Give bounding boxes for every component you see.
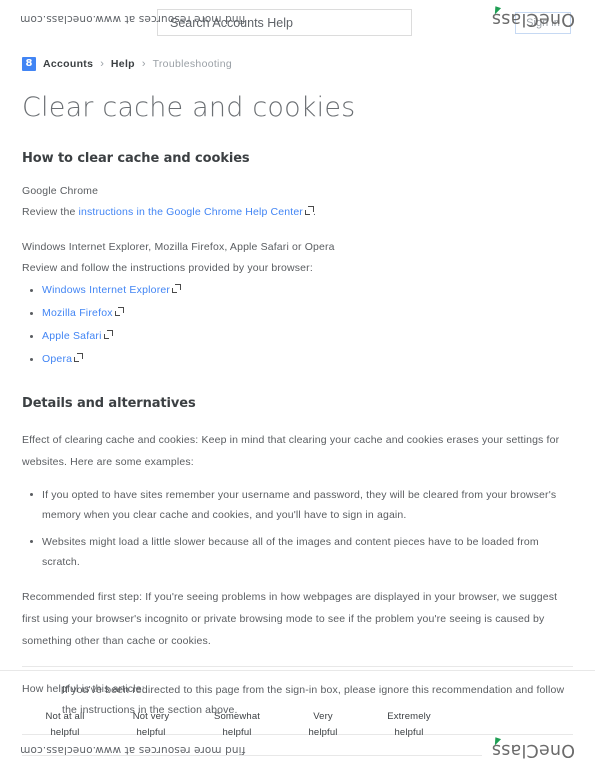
rating-option-extremely-helpful[interactable]: Extremely helpful <box>366 709 452 741</box>
breadcrumb-item-troubleshooting: Troubleshooting <box>152 58 232 70</box>
chrome-instructions-line: Review the instructions in the Google Ch… <box>22 203 573 222</box>
sign-in-button[interactable]: Sign in <box>515 12 571 34</box>
rating-option-line2: helpful <box>222 727 252 738</box>
breadcrumb: 8 Accounts › Help › Troubleshooting <box>22 57 232 71</box>
rating-option-not-very-helpful[interactable]: Not very helpful <box>108 709 194 741</box>
site-header: Sign in <box>0 0 595 46</box>
rating-option-line1: Extremely <box>387 711 431 722</box>
rating-option-line1: Not at all <box>45 711 85 722</box>
list-item: Apple Safari <box>22 330 573 343</box>
breadcrumb-item-help[interactable]: Help <box>111 58 135 70</box>
list-item: If you opted to have sites remember your… <box>22 485 573 525</box>
external-link-icon-chrome <box>304 206 314 215</box>
link-apple-safari[interactable]: Apple Safari <box>42 330 102 342</box>
external-link-icon-ie <box>172 284 182 293</box>
article-content: Clear cache and cookies How to clear cac… <box>22 92 573 735</box>
browser-links-list: Windows Internet Explorer Mozilla Firefo… <box>22 284 573 366</box>
rating-option-line2: helpful <box>308 727 338 738</box>
recommended-paragraph: Recommended first step: If you're seeing… <box>22 591 558 647</box>
rating-option-line1: Very <box>313 711 333 722</box>
link-mozilla-firefox[interactable]: Mozilla Firefox <box>42 307 113 319</box>
rating-options: Not at all helpful Not very helpful Some… <box>22 709 482 756</box>
rating-option-very-helpful[interactable]: Very helpful <box>280 709 366 741</box>
list-item: Windows Internet Explorer <box>22 284 573 297</box>
chrome-help-center-link[interactable]: instructions in the Google Chrome Help C… <box>79 206 303 218</box>
chevron-right-icon-2: › <box>141 58 146 70</box>
other-browsers-intro: Review and follow the instructions provi… <box>22 262 313 274</box>
other-browsers-label: Windows Internet Explorer, Mozilla Firef… <box>22 241 335 253</box>
effect-bullets-list: If you opted to have sites remember your… <box>22 485 573 572</box>
chevron-right-icon-1: › <box>100 58 104 70</box>
rating-question: How helpful is this article: <box>22 683 145 695</box>
article-rating-section: How helpful is this article: Not at all … <box>0 670 595 756</box>
chrome-review-prefix: Review the <box>22 206 79 218</box>
list-item: Opera <box>22 353 573 366</box>
rating-option-line2: helpful <box>136 727 166 738</box>
link-windows-internet-explorer[interactable]: Windows Internet Explorer <box>42 284 170 296</box>
search-input[interactable] <box>168 14 411 31</box>
search-box[interactable] <box>157 9 412 36</box>
external-link-icon-firefox <box>114 307 124 316</box>
help-article-page: OneClass find more resources at www.onec… <box>0 0 595 770</box>
list-item: Mozilla Firefox <box>22 307 573 320</box>
list-item: Websites might load a little slower beca… <box>22 532 573 572</box>
page-title: Clear cache and cookies <box>22 92 356 123</box>
external-link-icon-safari <box>103 330 113 339</box>
google-accounts-icon: 8 <box>22 57 36 71</box>
rating-option-not-at-all-helpful[interactable]: Not at all helpful <box>22 709 108 741</box>
section-heading-details: Details and alternatives <box>22 396 196 411</box>
rating-option-line1: Not very <box>132 711 170 722</box>
effect-paragraph: Effect of clearing cache and cookies: Ke… <box>22 434 560 468</box>
link-opera[interactable]: Opera <box>42 353 72 365</box>
rating-option-line1: Somewhat <box>213 711 261 722</box>
rating-option-line2: helpful <box>394 727 424 738</box>
external-link-icon-opera <box>74 353 84 362</box>
rating-option-somewhat-helpful[interactable]: Somewhat helpful <box>194 709 280 741</box>
breadcrumb-item-accounts[interactable]: Accounts <box>43 58 93 70</box>
section-heading-how-to: How to clear cache and cookies <box>22 151 250 166</box>
rating-option-line2: helpful <box>50 727 80 738</box>
chrome-label: Google Chrome <box>22 185 99 197</box>
